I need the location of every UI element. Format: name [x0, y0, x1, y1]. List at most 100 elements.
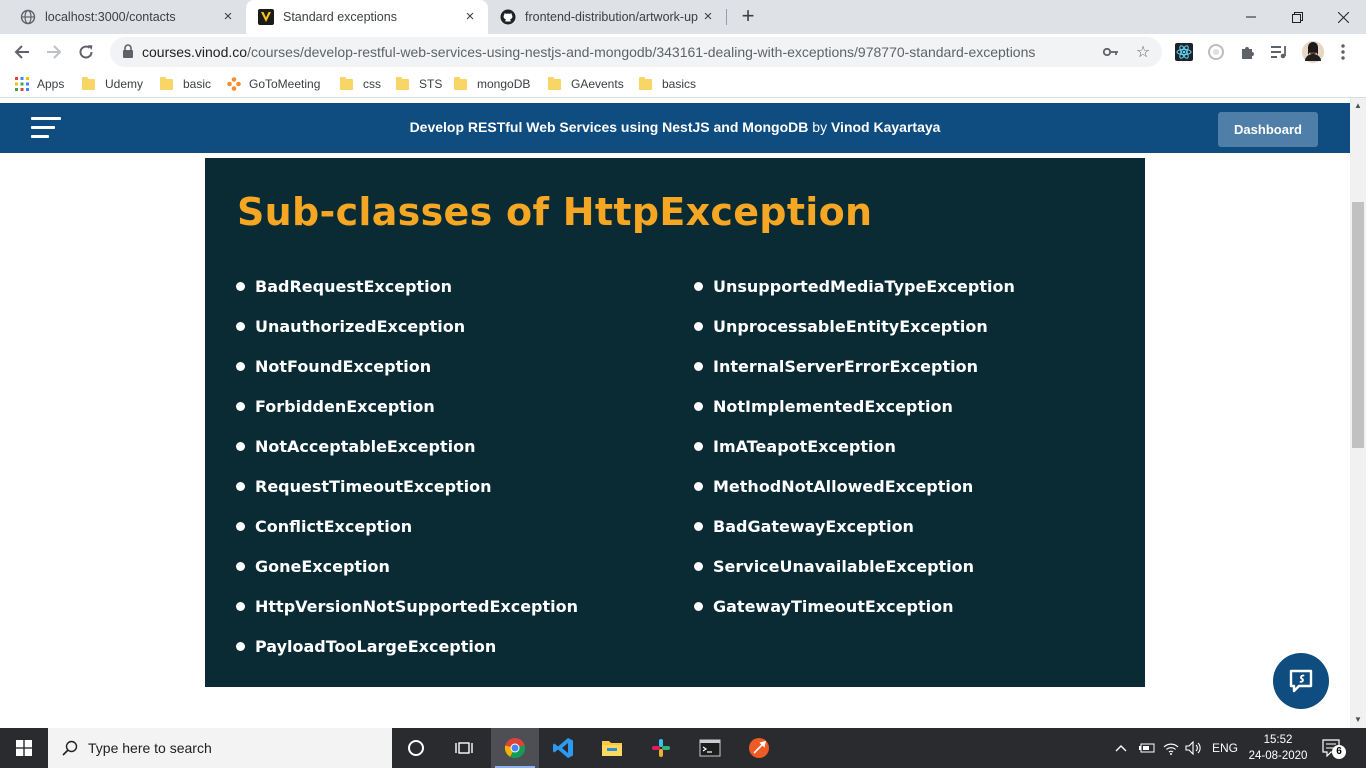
exception-name: NotImplementedException	[713, 396, 953, 416]
clock-date: 24-08-2020	[1248, 750, 1308, 762]
media-queue-icon[interactable]	[1270, 43, 1288, 61]
exception-name: RequestTimeoutException	[255, 476, 492, 496]
close-window-icon[interactable]	[1320, 0, 1366, 34]
chat-bubble-icon	[1289, 669, 1313, 693]
bullet-dot-icon	[236, 561, 245, 571]
battery-icon[interactable]	[1138, 728, 1156, 768]
volume-icon[interactable]	[1185, 728, 1203, 768]
bullet-dot-icon	[694, 401, 703, 411]
folder-icon	[639, 76, 652, 90]
task-view-icon[interactable]	[440, 728, 488, 768]
exception-list-item: UnauthorizedException	[236, 306, 578, 346]
bullet-dot-icon	[694, 281, 703, 291]
new-tab-plus-icon[interactable]: +	[736, 5, 760, 29]
course-header: Develop RESTful Web Services using NestJ…	[0, 103, 1350, 153]
extensions-puzzle-icon[interactable]	[1239, 43, 1257, 61]
tab-github-frontend-distribution[interactable]: frontend-distribution/artwork-up ×	[488, 0, 726, 34]
bookmark-sts[interactable]: STS	[396, 75, 442, 93]
bookmark-gaevents[interactable]: GAevents	[548, 75, 624, 93]
bookmark-basic[interactable]: basic	[160, 75, 211, 93]
bullet-dot-icon	[694, 321, 703, 331]
react-devtools-icon[interactable]	[1175, 43, 1193, 61]
exception-list-item: UnsupportedMediaTypeException	[694, 266, 1015, 306]
extension-circle-icon[interactable]	[1207, 43, 1225, 61]
exception-name: ForbiddenException	[255, 396, 435, 416]
exception-name: ServiceUnavailableException	[713, 556, 975, 576]
exception-list-item: InternalServerErrorException	[694, 346, 1015, 386]
terminal-taskbar-icon[interactable]	[686, 728, 734, 768]
exception-list-item: UnprocessableEntityException	[694, 306, 1015, 346]
chat-support-button[interactable]	[1273, 653, 1329, 709]
site-logo-icon	[258, 9, 274, 25]
exception-list-left: BadRequestException UnauthorizedException…	[236, 266, 578, 666]
back-arrow-icon[interactable]	[10, 40, 34, 64]
search-placeholder: Type here to search	[88, 740, 212, 756]
close-tab-icon[interactable]: ×	[700, 9, 716, 25]
exception-list-item: NotAcceptableException	[236, 426, 578, 466]
bookmark-css[interactable]: css	[340, 75, 381, 93]
bullet-dot-icon	[694, 361, 703, 371]
url-path: /courses/develop-restful-web-services-us…	[247, 44, 1036, 60]
bullet-dot-icon	[236, 481, 245, 491]
close-tab-icon[interactable]: ×	[220, 9, 236, 25]
postman-taskbar-icon[interactable]	[735, 728, 783, 768]
bullet-dot-icon	[694, 601, 703, 611]
bookmark-label: STS	[419, 77, 443, 91]
wifi-icon[interactable]	[1163, 728, 1179, 768]
close-tab-icon[interactable]: ×	[462, 9, 478, 25]
folder-icon	[548, 76, 561, 90]
bookmark-label: basics	[662, 77, 697, 91]
page-viewport: Develop RESTful Web Services using NestJ…	[0, 98, 1350, 728]
tab-title: frontend-distribution/artwork-up	[525, 10, 698, 24]
bookmark-label: Apps	[37, 77, 65, 91]
bookmark-apps[interactable]: Apps	[15, 75, 64, 93]
file-explorer-icon[interactable]	[588, 728, 636, 768]
tab-localhost-contacts[interactable]: localhost:3000/contacts ×	[8, 0, 246, 34]
page-scrollbar[interactable]: ▲ ▼	[1350, 98, 1366, 728]
language-indicator[interactable]: ENG	[1212, 728, 1238, 768]
system-clock[interactable]: 15:52 24-08-2020	[1246, 732, 1310, 764]
address-bar[interactable]: courses.vinod.co/courses/develop-restful…	[110, 37, 1162, 67]
bullet-dot-icon	[694, 561, 703, 571]
exception-list-item: ImATeapotException	[694, 426, 1015, 466]
scroll-up-arrow-icon[interactable]: ▲	[1350, 98, 1366, 114]
author-name: Vinod Kayartaya	[830, 119, 941, 135]
bookmark-mongodb[interactable]: mongoDB	[454, 75, 530, 93]
slack-taskbar-icon[interactable]	[637, 728, 685, 768]
exception-name: BadGatewayException	[713, 516, 914, 536]
taskbar-search-box[interactable]: Type here to search	[48, 728, 392, 768]
by-text: by	[812, 119, 828, 135]
restore-icon[interactable]	[1274, 0, 1320, 34]
tab-standard-exceptions[interactable]: Standard exceptions ×	[246, 0, 488, 34]
windows-start-icon[interactable]	[0, 728, 48, 768]
notifications-icon[interactable]: 6	[1322, 728, 1346, 768]
exception-list-item: ServiceUnavailableException	[694, 546, 1015, 586]
cortana-circle-icon[interactable]	[392, 728, 440, 768]
chrome-taskbar-icon[interactable]	[491, 728, 539, 768]
vscode-taskbar-icon[interactable]	[539, 728, 587, 768]
show-hidden-icons-chevron-icon[interactable]	[1115, 728, 1127, 768]
bookmark-basics[interactable]: basics	[639, 75, 696, 93]
bookmark-label: Udemy	[105, 77, 144, 91]
key-icon[interactable]	[1102, 43, 1120, 61]
forward-arrow-icon[interactable]	[42, 40, 66, 64]
bullet-dot-icon	[236, 361, 245, 371]
profile-avatar[interactable]	[1302, 41, 1324, 63]
bookmark-gotomeeting[interactable]: GoToMeeting	[227, 75, 320, 93]
browser-tab-strip: localhost:3000/contacts × Standard excep…	[0, 0, 1366, 34]
tab-title: Standard exceptions	[283, 10, 397, 24]
course-name: Develop RESTful Web Services using NestJ…	[409, 119, 809, 135]
lecture-slide: Sub-classes of HttpException BadRequestE…	[205, 158, 1145, 687]
bullet-dot-icon	[236, 281, 245, 291]
bullet-dot-icon	[236, 601, 245, 611]
minimize-icon[interactable]	[1228, 0, 1274, 34]
url-text: courses.vinod.co/courses/develop-restful…	[142, 44, 1035, 60]
scroll-down-arrow-icon[interactable]: ▼	[1350, 712, 1366, 728]
bookmark-udemy[interactable]: Udemy	[82, 75, 143, 93]
chrome-menu-icon[interactable]	[1334, 43, 1352, 61]
bookmark-star-icon[interactable]: ☆	[1134, 43, 1152, 61]
dashboard-button[interactable]: Dashboard	[1218, 112, 1318, 147]
reload-icon[interactable]	[74, 40, 98, 64]
scrollbar-thumb[interactable]	[1352, 202, 1364, 448]
search-icon	[62, 740, 78, 756]
